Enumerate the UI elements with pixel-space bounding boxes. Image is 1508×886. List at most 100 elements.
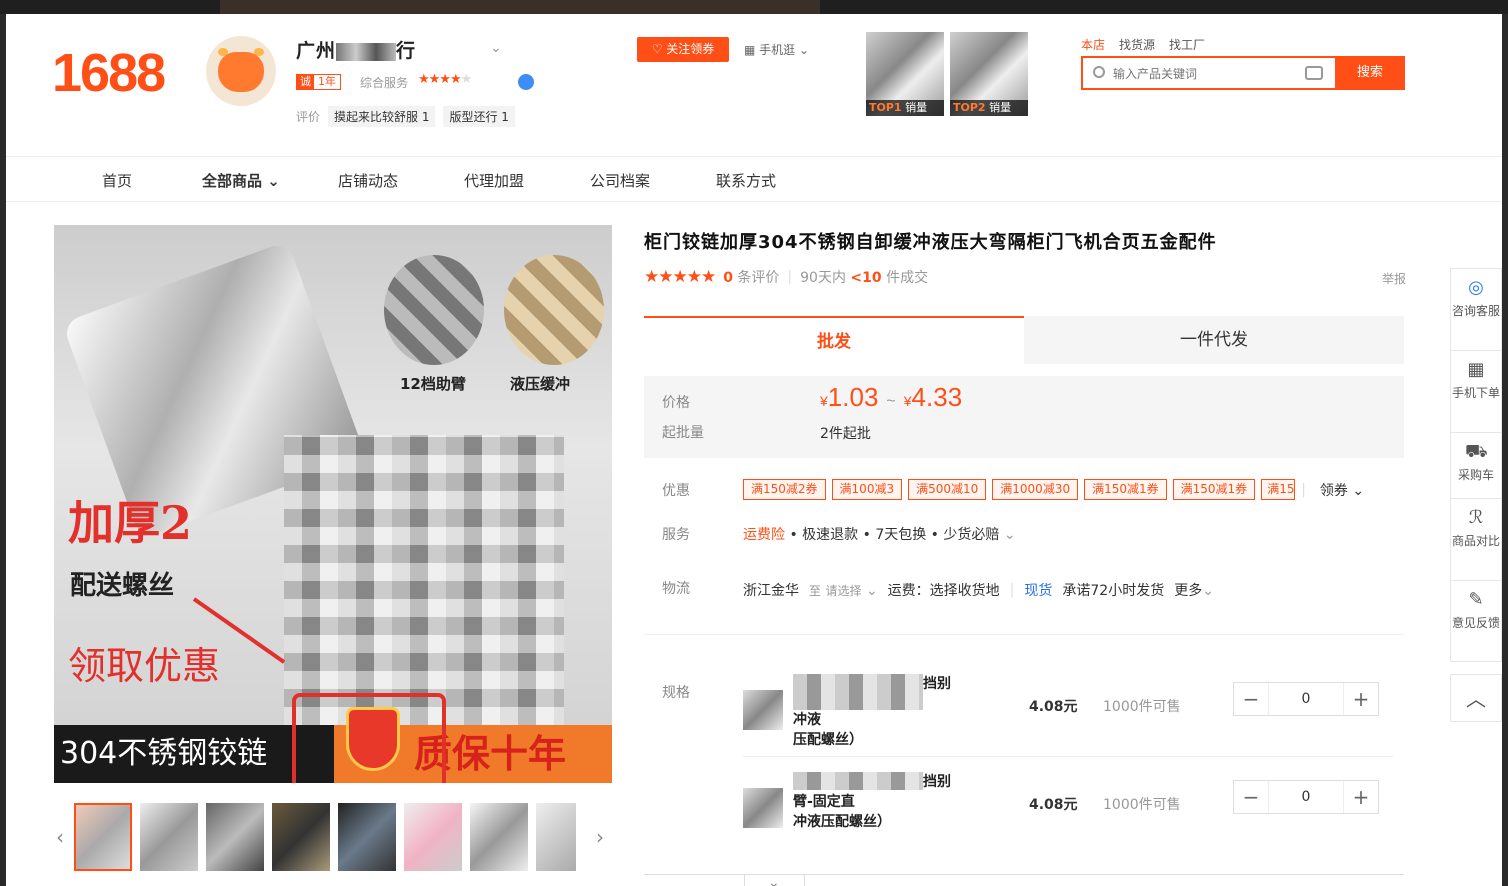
sku-row: 挡别 冲液 压配螺丝） 4.08元 1000件可售 − 0 + — [743, 674, 1393, 754]
dock-purchase-cart[interactable]: ⛟ 采购车 — [1450, 432, 1502, 498]
thumbnail[interactable] — [404, 803, 462, 871]
nav-agency[interactable]: 代理加盟 — [464, 170, 524, 191]
thumbnail[interactable] — [206, 803, 264, 871]
sales-group: 90天内 <10 件成交 — [800, 267, 928, 287]
search-button[interactable]: 搜索 — [1335, 56, 1405, 90]
nav-contact[interactable]: 联系方式 — [716, 170, 776, 191]
nav-shop-news[interactable]: 店铺动态 — [338, 170, 398, 191]
search-tab-source[interactable]: 找货源 — [1119, 36, 1155, 53]
quantity-input[interactable]: 0 — [1268, 781, 1344, 813]
thumbnail[interactable] — [338, 803, 396, 871]
mobile-browse-link[interactable]: ▦ 手机逛 ⌄ — [744, 41, 809, 58]
quantity-input[interactable]: 0 — [1268, 683, 1344, 715]
increment-button[interactable]: + — [1344, 683, 1378, 715]
dock-mobile-order[interactable]: ▦ 手机下单 — [1450, 350, 1502, 432]
right-dock: ◎ 咨询客服 ▦ 手机下单 ⛟ 采购车 ℛ 商品对比 ✎ 意见反馈 ︿ — [1450, 268, 1502, 722]
sku-price: 4.08元 — [1029, 797, 1078, 813]
sales-prefix: 90天内 — [800, 270, 846, 286]
redacted-mosaic — [284, 435, 564, 725]
thumbnail[interactable] — [272, 803, 330, 871]
coupon-text: 领取优惠 — [68, 644, 221, 688]
top-product-2[interactable]: TOP2 销量 — [950, 32, 1028, 116]
chevron-down-icon: ⌄ — [267, 172, 280, 190]
sku-name-c: 冲液压配螺丝） — [793, 814, 891, 830]
thumbnail[interactable] — [536, 803, 576, 871]
main-product-image[interactable]: 12档助臂 液压缓冲 加厚2 配送螺丝 领取优惠 304不锈钢铰链 质保十年 — [54, 225, 612, 783]
chevron-right-icon[interactable]: › — [596, 825, 604, 849]
top-product-1[interactable]: TOP1 销量 — [866, 32, 944, 116]
review-count-group[interactable]: 0 条评价 — [723, 267, 779, 287]
coupon-list: 满150减2券 满100减3 满500减10 满1000减30 满150减1券 … — [743, 479, 1364, 500]
price-max: 4.33 — [911, 382, 963, 412]
dock-compare[interactable]: ℛ 商品对比 — [1450, 498, 1502, 580]
review-tag[interactable]: 版型还行 1 — [443, 106, 515, 127]
sku-image[interactable] — [743, 690, 783, 730]
search-tab-factory[interactable]: 找工厂 — [1169, 36, 1205, 53]
shop-name[interactable]: 广州 行 — [296, 36, 416, 63]
coupon-chip[interactable]: 满1000减30 — [992, 479, 1079, 500]
shop-name-prefix: 广州 — [296, 40, 337, 62]
search-input[interactable] — [1113, 63, 1293, 85]
top-banner-remnant — [220, 0, 820, 14]
quantity-stepper: − 0 + — [1233, 780, 1379, 814]
follow-shop-button[interactable]: ♡ 关注领券 — [637, 37, 729, 62]
coupon-chip[interactable]: 满150减2券 — [743, 479, 826, 500]
search-tab-shop[interactable]: 本店 — [1081, 36, 1105, 53]
product-title: 柜门铰链加厚304不锈钢自卸缓冲液压大弯隔柜门飞机合页五金配件 — [644, 232, 1217, 253]
thumbnail[interactable] — [470, 803, 528, 871]
tab-dropship[interactable]: 一件代发 — [1024, 316, 1404, 364]
decrement-button[interactable]: − — [1234, 781, 1268, 813]
dock-label: 商品对比 — [1451, 534, 1500, 548]
top-strip — [0, 0, 1508, 14]
freight-insurance: 运费险 — [743, 527, 785, 543]
service-score-label: 综合服务 — [360, 76, 409, 90]
dock-customer-service[interactable]: ◎ 咨询客服 — [1450, 268, 1502, 350]
shop-review-row: 评价 摸起来比较舒服 1 版型还行 1 — [296, 106, 515, 127]
more-logistics[interactable]: 更多⌄ — [1174, 580, 1214, 600]
shop-avatar[interactable] — [206, 36, 276, 106]
site-logo[interactable]: 1688 — [52, 42, 166, 104]
dock-feedback[interactable]: ✎ 意见反馈 — [1450, 580, 1502, 662]
decrement-button[interactable]: − — [1234, 683, 1268, 715]
membership-year-badge: 诚 1年 — [296, 74, 341, 90]
freight-text: 运费：选择收货地 — [887, 583, 1000, 599]
cow-icon — [218, 52, 264, 92]
ship-destination[interactable]: 至 请选择 ⌄ — [809, 582, 878, 599]
caption-damper: 液压缓冲 — [510, 375, 571, 393]
coupon-chip[interactable]: 满150减1券 — [1084, 479, 1167, 500]
camera-icon[interactable] — [1305, 66, 1323, 80]
coupon-chip[interactable]: 满15 — [1261, 479, 1296, 500]
report-link[interactable]: 举报 — [1382, 270, 1406, 287]
nav-home[interactable]: 首页 — [102, 170, 132, 191]
ship-to-prefix: 至 — [809, 583, 822, 598]
chevron-down-icon[interactable]: ⌄ — [490, 40, 502, 56]
thumbnail[interactable] — [74, 803, 132, 871]
back-to-top-button[interactable]: ︿ — [1450, 674, 1502, 722]
chevron-down-icon[interactable]: ⌄ — [768, 875, 780, 886]
moq-label: 起批量 — [662, 425, 704, 441]
search-box — [1081, 56, 1335, 90]
sku-name-b: 臂-固定直 — [793, 794, 855, 810]
search-icon — [1093, 66, 1105, 78]
thumbnail[interactable] — [140, 803, 198, 871]
tab-wholesale[interactable]: 批发 — [644, 316, 1024, 364]
more-label: 更多 — [1174, 583, 1203, 599]
nav-all-products[interactable]: 全部商品 ⌄ — [202, 170, 280, 191]
service-stars-off: ★ — [460, 72, 473, 87]
sku-image[interactable] — [743, 788, 783, 828]
wangwang-chat-icon[interactable] — [518, 74, 534, 90]
review-tag[interactable]: 摸起来比较舒服 1 — [328, 106, 436, 127]
coupon-chip[interactable]: 满100减3 — [831, 479, 903, 500]
quantity-stepper: − 0 + — [1233, 682, 1379, 716]
shop-nav: 首页 全部商品 ⌄ 店铺动态 代理加盟 公司档案 联系方式 — [6, 156, 1502, 202]
get-coupon-button[interactable]: 领券 ⌄ — [1320, 480, 1364, 500]
chevron-left-icon[interactable]: ‹ — [56, 825, 64, 849]
search-scope-tabs: 本店 找货源 找工厂 — [1081, 36, 1205, 53]
service-list[interactable]: 运费险 • 极速退款 • 7天包换 • 少货必赔 ⌄ — [743, 524, 1016, 544]
price-label: 价格 — [662, 395, 690, 411]
increment-button[interactable]: + — [1344, 781, 1378, 813]
nav-company-profile[interactable]: 公司档案 — [590, 170, 650, 191]
coupon-chip[interactable]: 满150减1券 — [1172, 479, 1256, 500]
coupon-chip[interactable]: 满500减10 — [908, 479, 987, 500]
mobile-label: 手机逛 — [759, 43, 796, 57]
